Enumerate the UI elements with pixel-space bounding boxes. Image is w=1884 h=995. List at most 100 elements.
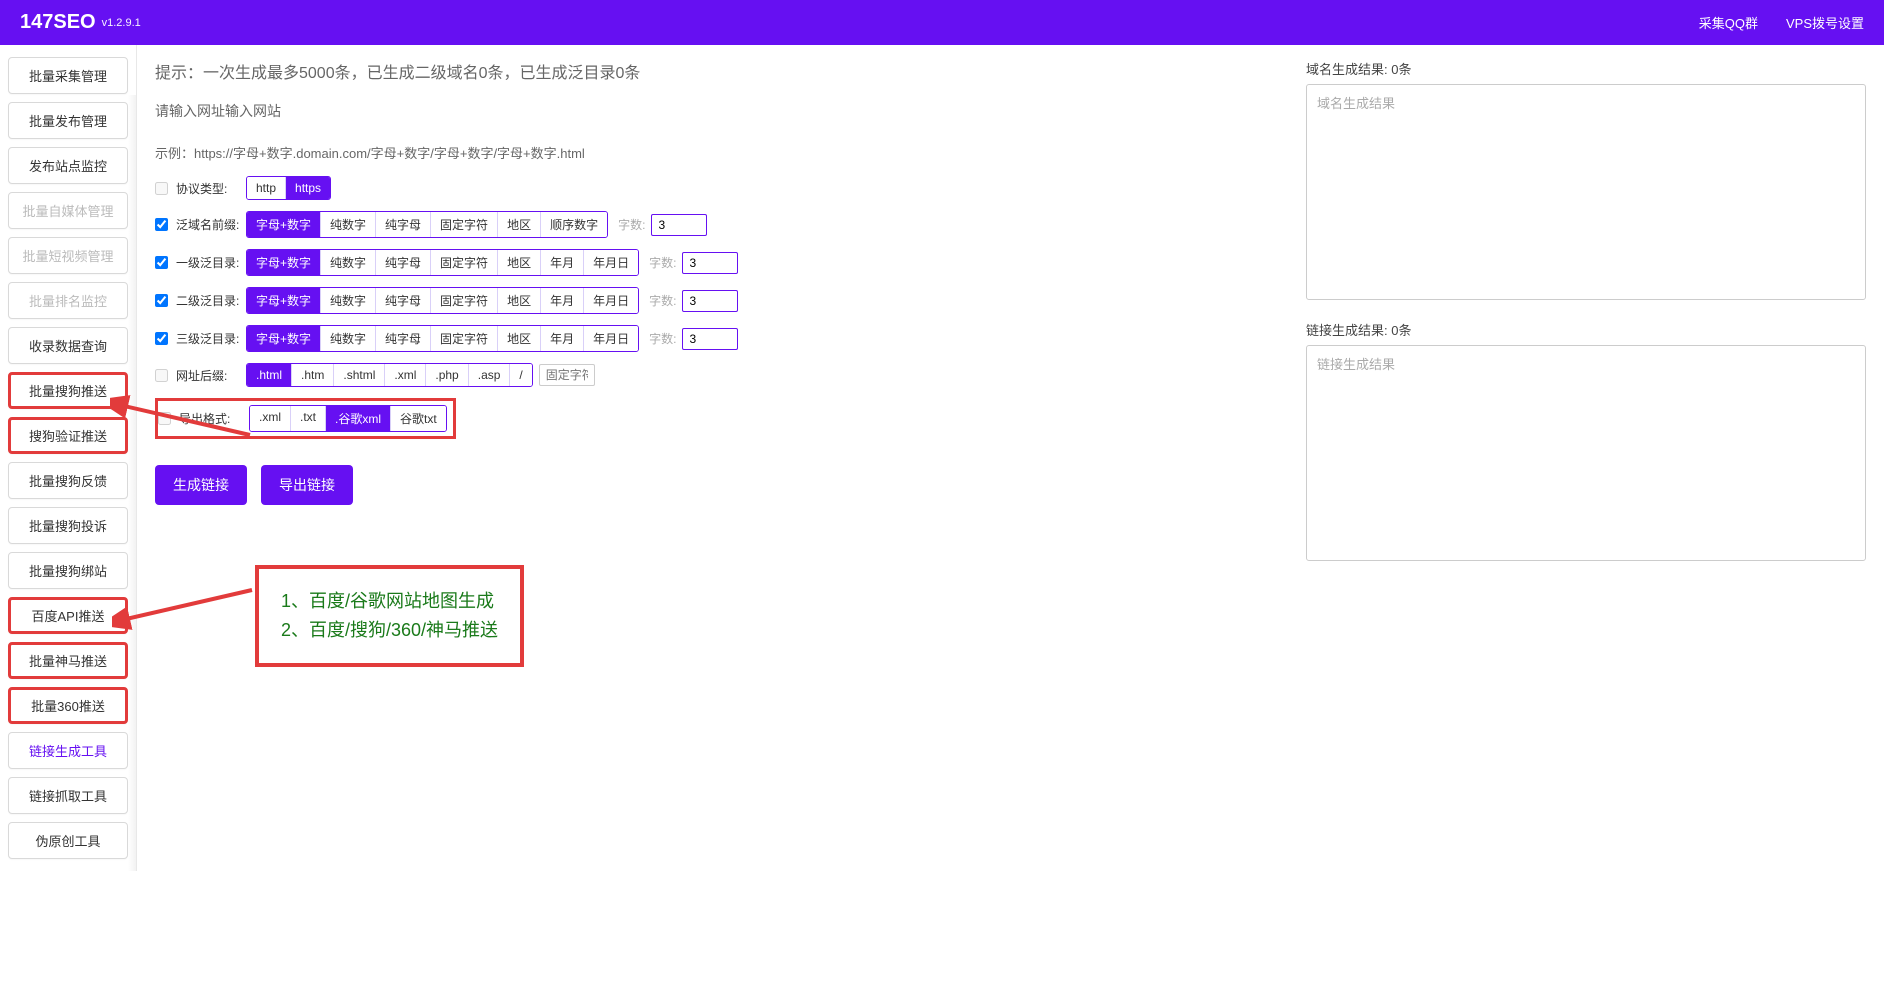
chip-dir1-5[interactable]: 年月 — [541, 250, 584, 275]
chips-dir3: 字母+数字纯数字纯字母固定字符地区年月年月日 — [246, 325, 639, 352]
chip-export-1[interactable]: .txt — [291, 406, 326, 431]
sidebar-item-15[interactable]: 链接生成工具 — [8, 732, 128, 769]
checkbox-dir3[interactable] — [155, 332, 168, 345]
count-input-dir1[interactable] — [682, 252, 738, 274]
chip-dir1-4[interactable]: 地区 — [498, 250, 541, 275]
chips-suffix: .html.htm.shtml.xml.php.asp/ — [246, 363, 533, 387]
brand: 147SEO — [20, 11, 96, 34]
chip-suffix-3[interactable]: .xml — [385, 364, 426, 386]
row-export: 导出格式:.xml.txt.谷歌xml谷歌txt — [155, 398, 1286, 439]
sidebar-item-10[interactable]: 批量搜狗投诉 — [8, 507, 128, 544]
sidebar-item-11[interactable]: 批量搜狗绑站 — [8, 552, 128, 589]
sidebar-item-12[interactable]: 百度API推送 — [8, 597, 128, 634]
chips-dir2: 字母+数字纯数字纯字母固定字符地区年月年月日 — [246, 287, 639, 314]
chip-dir3-5[interactable]: 年月 — [541, 326, 584, 351]
row-pan_prefix: 泛域名前缀:字母+数字纯数字纯字母固定字符地区顺序数字字数: — [155, 211, 1286, 238]
sidebar-item-5: 批量排名监控 — [8, 282, 128, 319]
chip-dir3-2[interactable]: 纯字母 — [376, 326, 431, 351]
sidebar: 批量采集管理批量发布管理发布站点监控批量自媒体管理批量短视频管理批量排名监控收录… — [0, 45, 137, 871]
chip-dir2-0[interactable]: 字母+数字 — [247, 288, 321, 313]
chip-protocol-0[interactable]: http — [247, 177, 286, 199]
row-dir3: 三级泛目录:字母+数字纯数字纯字母固定字符地区年月年月日字数: — [155, 325, 1286, 352]
app-header: 147SEO v1.2.9.1 采集QQ群 VPS拨号设置 — [0, 0, 1884, 45]
chip-pan_prefix-5[interactable]: 顺序数字 — [541, 212, 607, 237]
row-suffix: 网址后缀:.html.htm.shtml.xml.php.asp/ — [155, 363, 1286, 387]
sidebar-item-1[interactable]: 批量发布管理 — [8, 102, 128, 139]
suffix-custom-input[interactable] — [539, 364, 595, 386]
chip-export-0[interactable]: .xml — [250, 406, 291, 431]
checkbox-suffix[interactable] — [155, 369, 168, 382]
sidebar-item-2[interactable]: 发布站点监控 — [8, 147, 128, 184]
chip-protocol-1[interactable]: https — [286, 177, 330, 199]
chip-dir1-6[interactable]: 年月日 — [584, 250, 638, 275]
chips-pan_prefix: 字母+数字纯数字纯字母固定字符地区顺序数字 — [246, 211, 608, 238]
label-dir2: 二级泛目录: — [176, 292, 246, 309]
chips-export: .xml.txt.谷歌xml谷歌txt — [249, 405, 447, 432]
chip-dir2-4[interactable]: 地区 — [498, 288, 541, 313]
checkbox-export[interactable] — [158, 412, 171, 425]
chip-dir3-3[interactable]: 固定字符 — [431, 326, 498, 351]
sidebar-item-9[interactable]: 批量搜狗反馈 — [8, 462, 128, 499]
example-text: 示例：https://字母+数字.domain.com/字母+数字/字母+数字/… — [155, 143, 1286, 162]
sidebar-item-16[interactable]: 链接抓取工具 — [8, 777, 128, 814]
count-label-dir2: 字数: — [649, 292, 676, 309]
label-suffix: 网址后缀: — [176, 367, 246, 384]
annotation-line-1: 1、百度/谷歌网站地图生成 — [281, 587, 498, 616]
chip-pan_prefix-3[interactable]: 固定字符 — [431, 212, 498, 237]
chip-dir2-5[interactable]: 年月 — [541, 288, 584, 313]
checkbox-protocol[interactable] — [155, 182, 168, 195]
chip-pan_prefix-1[interactable]: 纯数字 — [321, 212, 376, 237]
domain-result-box[interactable]: 域名生成结果 — [1306, 84, 1866, 300]
chip-pan_prefix-2[interactable]: 纯字母 — [376, 212, 431, 237]
sidebar-item-8[interactable]: 搜狗验证推送 — [8, 417, 128, 454]
chip-dir1-2[interactable]: 纯字母 — [376, 250, 431, 275]
chip-dir3-0[interactable]: 字母+数字 — [247, 326, 321, 351]
export-highlight-box: 导出格式:.xml.txt.谷歌xml谷歌txt — [155, 398, 456, 439]
chip-export-2[interactable]: .谷歌xml — [326, 406, 391, 431]
checkbox-pan_prefix[interactable] — [155, 218, 168, 231]
chip-pan_prefix-0[interactable]: 字母+数字 — [247, 212, 321, 237]
label-protocol: 协议类型: — [176, 180, 246, 197]
chip-dir1-3[interactable]: 固定字符 — [431, 250, 498, 275]
chip-suffix-0[interactable]: .html — [247, 364, 292, 386]
sidebar-item-6[interactable]: 收录数据查询 — [8, 327, 128, 364]
sidebar-item-0[interactable]: 批量采集管理 — [8, 57, 128, 94]
sidebar-item-7[interactable]: 批量搜狗推送 — [8, 372, 128, 409]
count-input-dir3[interactable] — [682, 328, 738, 350]
url-input-placeholder[interactable]: 请输入网址输入网站 — [155, 101, 1286, 121]
chip-dir2-3[interactable]: 固定字符 — [431, 288, 498, 313]
chip-dir2-1[interactable]: 纯数字 — [321, 288, 376, 313]
count-label-dir3: 字数: — [649, 330, 676, 347]
chip-export-3[interactable]: 谷歌txt — [391, 406, 446, 431]
sidebar-item-13[interactable]: 批量神马推送 — [8, 642, 128, 679]
header-link-qq[interactable]: 采集QQ群 — [1699, 13, 1758, 32]
count-input-dir2[interactable] — [682, 290, 738, 312]
chip-suffix-4[interactable]: .php — [426, 364, 468, 386]
chip-dir2-2[interactable]: 纯字母 — [376, 288, 431, 313]
chip-dir1-0[interactable]: 字母+数字 — [247, 250, 321, 275]
chip-suffix-1[interactable]: .htm — [292, 364, 334, 386]
count-input-pan_prefix[interactable] — [651, 214, 707, 236]
chip-dir3-1[interactable]: 纯数字 — [321, 326, 376, 351]
row-dir2: 二级泛目录:字母+数字纯数字纯字母固定字符地区年月年月日字数: — [155, 287, 1286, 314]
checkbox-dir1[interactable] — [155, 256, 168, 269]
chip-dir1-1[interactable]: 纯数字 — [321, 250, 376, 275]
checkbox-dir2[interactable] — [155, 294, 168, 307]
chip-pan_prefix-4[interactable]: 地区 — [498, 212, 541, 237]
link-result-box[interactable]: 链接生成结果 — [1306, 345, 1866, 561]
sidebar-item-14[interactable]: 批量360推送 — [8, 687, 128, 724]
chip-dir2-6[interactable]: 年月日 — [584, 288, 638, 313]
sidebar-item-17[interactable]: 伪原创工具 — [8, 822, 128, 859]
generate-links-button[interactable]: 生成链接 — [155, 465, 247, 505]
header-link-vps[interactable]: VPS拨号设置 — [1786, 13, 1864, 32]
count-label-dir1: 字数: — [649, 254, 676, 271]
chip-suffix-5[interactable]: .asp — [469, 364, 511, 386]
count-label-pan_prefix: 字数: — [618, 216, 645, 233]
export-links-button[interactable]: 导出链接 — [261, 465, 353, 505]
chip-dir3-4[interactable]: 地区 — [498, 326, 541, 351]
chip-suffix-2[interactable]: .shtml — [334, 364, 385, 386]
chips-dir1: 字母+数字纯数字纯字母固定字符地区年月年月日 — [246, 249, 639, 276]
chip-suffix-6[interactable]: / — [510, 364, 531, 386]
annotation-box: 1、百度/谷歌网站地图生成 2、百度/搜狗/360/神马推送 — [255, 565, 524, 667]
chip-dir3-6[interactable]: 年月日 — [584, 326, 638, 351]
